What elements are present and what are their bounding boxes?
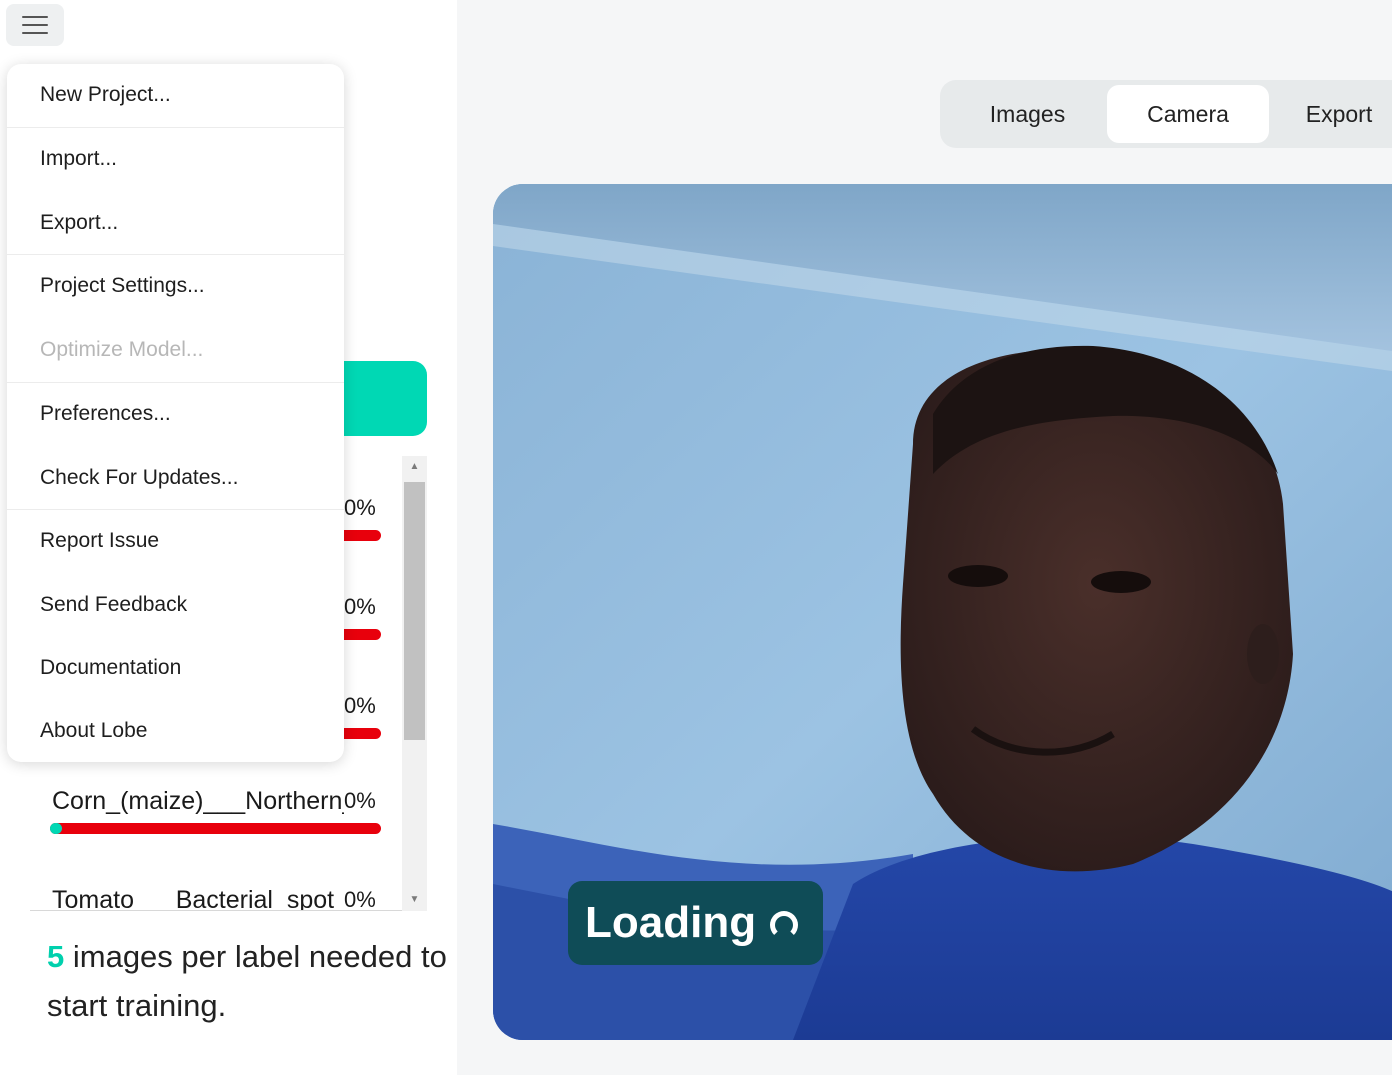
menu-divider bbox=[7, 509, 344, 510]
label-progress-fill bbox=[50, 823, 62, 834]
menu-item-documentation[interactable]: Documentation bbox=[7, 641, 344, 695]
menu-divider bbox=[7, 254, 344, 255]
label-name: Tomato___Bacterial_spot bbox=[52, 886, 335, 911]
menu-divider bbox=[7, 127, 344, 128]
label-percent: 0% bbox=[344, 887, 376, 911]
menu-item-new-project[interactable]: New Project... bbox=[7, 68, 344, 122]
scroll-up-arrow-icon[interactable]: ▲ bbox=[402, 456, 427, 478]
menu-item-export[interactable]: Export... bbox=[7, 196, 344, 250]
scrollbar-thumb[interactable] bbox=[404, 482, 425, 740]
label-progress-bar bbox=[50, 823, 381, 834]
menu-item-check-for-updates[interactable]: Check For Updates... bbox=[7, 451, 344, 505]
label-item[interactable]: Tomato___Bacterial_spot 0% bbox=[50, 884, 382, 911]
app-menu: New Project... Import... Export... Proje… bbox=[7, 64, 344, 762]
menu-item-send-feedback[interactable]: Send Feedback bbox=[7, 578, 344, 632]
training-requirement-message: images per label needed to start trainin… bbox=[47, 939, 447, 1023]
label-percent: 0% bbox=[344, 693, 376, 718]
training-requirement-text: 5 images per label needed to start train… bbox=[47, 932, 447, 1030]
label-percent: 0% bbox=[344, 594, 376, 619]
menu-item-import[interactable]: Import... bbox=[7, 132, 344, 186]
label-percent: 0% bbox=[344, 495, 376, 520]
label-percent: 0% bbox=[344, 788, 376, 813]
menu-item-preferences[interactable]: Preferences... bbox=[7, 387, 344, 441]
tab-export[interactable]: Export bbox=[1278, 85, 1392, 143]
tab-images[interactable]: Images bbox=[945, 85, 1110, 143]
menu-toggle-button[interactable] bbox=[6, 4, 64, 46]
loading-status-text: Loading bbox=[585, 898, 757, 947]
label-name: Corn_(maize)___Northern_Leaf_Blight bbox=[52, 787, 344, 815]
label-item[interactable]: Corn_(maize)___Northern_Leaf_Blight 0% bbox=[50, 785, 382, 845]
mode-tabs: Images Camera Export bbox=[940, 80, 1392, 148]
loading-spinner-icon bbox=[770, 911, 799, 939]
loading-indicator: Loading bbox=[568, 881, 823, 965]
tab-camera[interactable]: Camera bbox=[1107, 85, 1269, 143]
menu-item-about-lobe[interactable]: About Lobe bbox=[7, 704, 344, 758]
menu-item-project-settings[interactable]: Project Settings... bbox=[7, 259, 344, 313]
scroll-down-arrow-icon[interactable]: ▼ bbox=[402, 889, 427, 911]
menu-item-report-issue[interactable]: Report Issue bbox=[7, 514, 344, 568]
menu-divider bbox=[7, 382, 344, 383]
required-image-count: 5 bbox=[47, 939, 65, 974]
menu-item-optimize-model: Optimize Model... bbox=[40, 338, 204, 361]
hamburger-icon bbox=[22, 16, 48, 18]
label-list-scrollbar[interactable]: ▲ ▼ bbox=[402, 456, 427, 911]
